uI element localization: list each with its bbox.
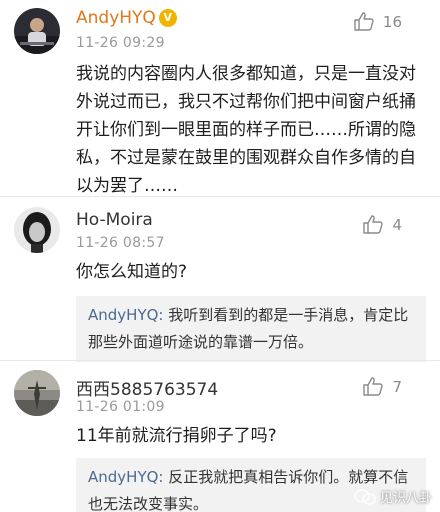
like-count: 16 [382,12,402,31]
reply-username[interactable]: AndyHYQ: [88,306,163,324]
wechat-logo-icon [354,488,376,505]
reply-box[interactable]: AndyHYQ: 我听到看到的都是一手消息，肯定比那些外面道听途说的靠谱一万倍。 [76,296,426,362]
divider [0,360,440,361]
comment-text: 11年前就流行捐卵子了吗? [76,426,277,446]
thumbs-up-icon [363,215,384,234]
timestamp: 11-26 09:29 [76,35,165,51]
comment-item: Ho-Moira 11-26 08:57 4 你怎么知道的? AndyHYQ: … [0,200,440,362]
like-count: 7 [392,377,402,396]
username[interactable]: 西西5885763574 [76,375,218,400]
avatar[interactable] [14,8,60,54]
comment-text: 你怎么知道的? [76,262,188,282]
thumbs-up-icon [363,377,384,396]
watermark: 见识八卦 [354,487,432,506]
vip-badge-icon: V [158,9,177,27]
like-button[interactable]: 4 [363,215,402,234]
avatar[interactable] [14,207,60,253]
avatar[interactable] [14,370,60,416]
username-text[interactable]: AndyHYQ [76,8,156,28]
divider [0,196,440,197]
timestamp: 11-26 08:57 [76,235,165,251]
comment-item: AndyHYQ V 11-26 09:29 16 我说的内容圈内人很多都知道，只是… [0,0,440,196]
like-button[interactable]: 7 [363,377,402,396]
thumbs-up-icon [354,12,374,31]
reply-username[interactable]: AndyHYQ: [88,468,163,486]
like-count: 4 [392,215,402,234]
username[interactable]: AndyHYQ V [76,8,177,28]
username[interactable]: Ho-Moira [76,210,153,230]
timestamp: 11-26 01:09 [76,399,165,415]
watermark-text: 见识八卦 [379,491,432,506]
comment-text: 我说的内容圈内人很多都知道，只是一直没对外说过而已，我只不过帮你们把中间窗户纸捅… [76,64,416,196]
like-button[interactable]: 16 [354,12,402,31]
